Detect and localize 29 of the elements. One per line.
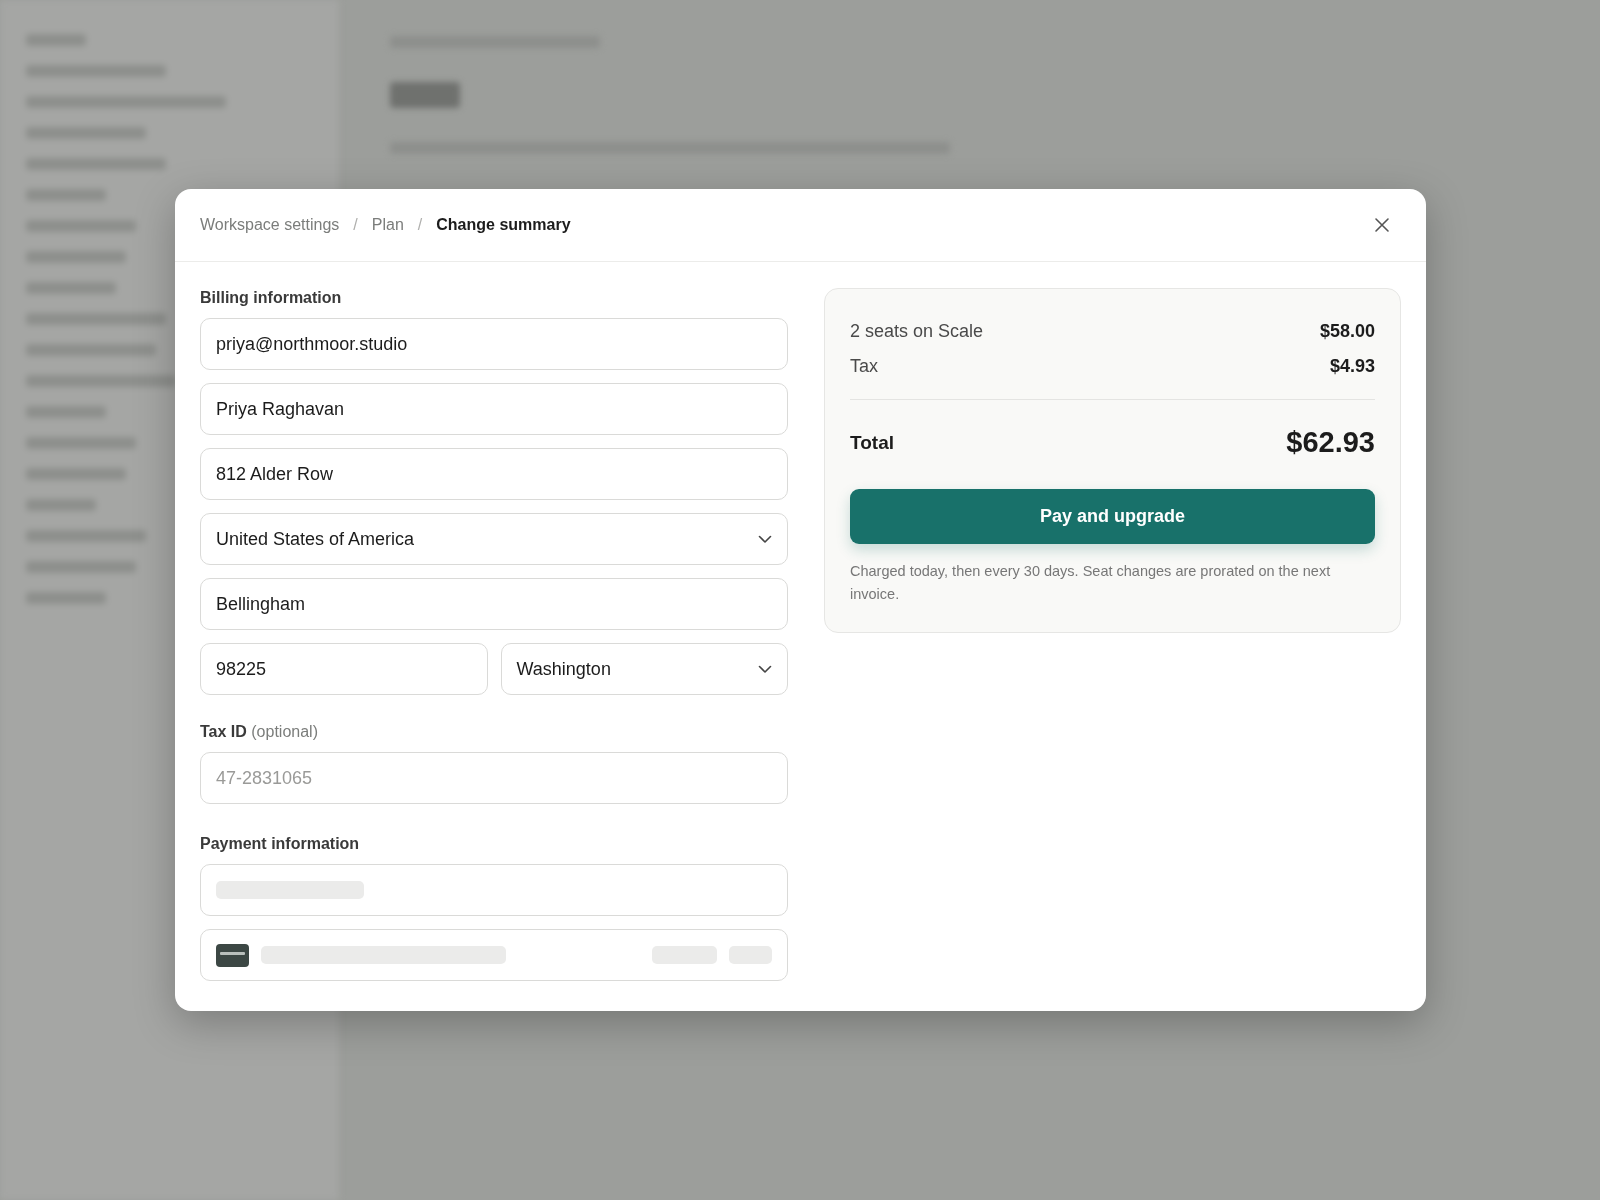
line-item-amount: $4.93 — [1329, 356, 1375, 377]
breadcrumb-link[interactable]: Workspace settings — [200, 216, 340, 234]
breadcrumb-separator: / — [417, 216, 423, 234]
text-field[interactable]: priya@northmoor.studio — [200, 318, 788, 370]
section-title: Billing information — [200, 289, 343, 307]
total-label: Total — [850, 431, 894, 454]
chevron-down-icon — [758, 664, 772, 674]
total-amount: $62.93 — [1286, 426, 1375, 459]
text-field[interactable]: 98225 — [200, 643, 488, 695]
credit-card-icon — [216, 943, 249, 967]
dropdown-field[interactable]: United States of America — [200, 513, 788, 565]
line-item-amount: $58.00 — [1319, 321, 1375, 342]
chevron-down-icon — [758, 534, 772, 544]
breadcrumb-separator: / — [353, 216, 358, 234]
line-item-label: Tax — [850, 356, 878, 377]
line-item-label: 2 seats on Scale — [850, 321, 984, 342]
pay-button[interactable]: Pay and upgrade — [850, 489, 1375, 544]
tax-id-field[interactable]: 47-2831065 — [200, 752, 788, 804]
billing-note: Charged today, then every 30 days. Seat changes are prorated on the next invoice. — [850, 562, 1332, 604]
dropdown-field[interactable]: Washington — [500, 643, 788, 695]
current-page-title: Change summary — [436, 216, 571, 234]
text-field[interactable]: 812 Alder Row — [200, 448, 788, 500]
breadcrumb-link[interactable]: Plan — [371, 216, 404, 234]
close-icon — [1374, 217, 1390, 233]
text-field[interactable]: Priya Raghavan — [200, 383, 788, 435]
text-field[interactable]: Bellingham — [200, 578, 788, 630]
section-title: Payment information — [200, 835, 361, 853]
blurred-placeholder — [390, 82, 460, 108]
field-label: Tax ID (optional) — [200, 723, 319, 741]
